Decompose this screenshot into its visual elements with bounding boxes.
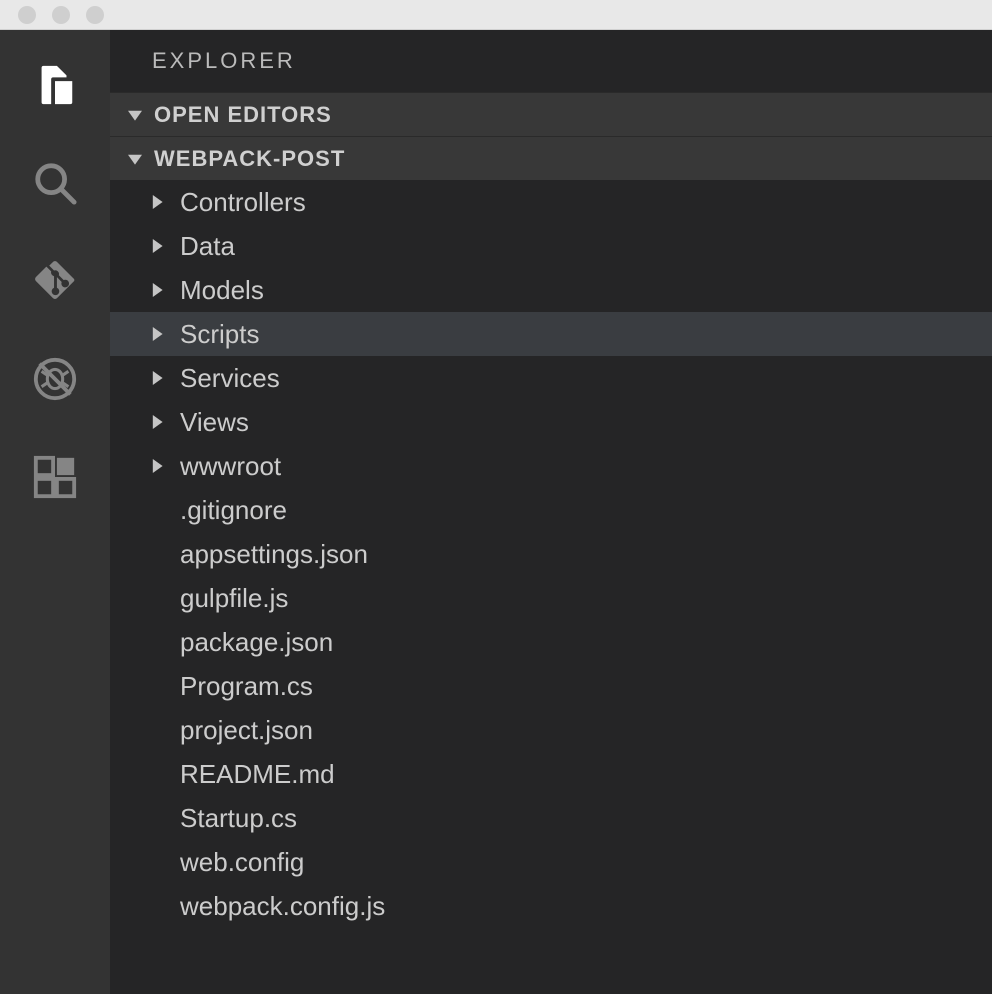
file-tree: Controllers Data Models Scripts Services View… <box>110 180 992 928</box>
tree-item-label: web.config <box>180 847 304 878</box>
tree-item-label: wwwroot <box>180 451 281 482</box>
window-titlebar <box>0 0 992 30</box>
tree-file[interactable]: webpack.config.js <box>110 884 992 928</box>
activity-explorer[interactable] <box>32 64 78 110</box>
tree-item-label: webpack.config.js <box>180 891 385 922</box>
tree-folder[interactable]: Views <box>110 400 992 444</box>
files-icon <box>32 62 78 113</box>
tree-file[interactable]: .gitignore <box>110 488 992 532</box>
tree-item-label: package.json <box>180 627 333 658</box>
tree-item-label: Models <box>180 275 264 306</box>
tree-item-label: Data <box>180 231 235 262</box>
tree-item-label: Startup.cs <box>180 803 297 834</box>
tree-file[interactable]: web.config <box>110 840 992 884</box>
chevron-right-icon <box>150 283 164 297</box>
tree-item-label: Services <box>180 363 280 394</box>
tree-file[interactable]: README.md <box>110 752 992 796</box>
debug-icon <box>32 356 78 407</box>
git-icon <box>32 258 78 309</box>
chevron-right-icon <box>150 195 164 209</box>
search-icon <box>32 160 78 211</box>
explorer-sidebar: EXPLORER OPEN EDITORS WEBPACK-POST Contr… <box>110 30 992 994</box>
tree-item-label: README.md <box>180 759 335 790</box>
tree-item-label: Views <box>180 407 249 438</box>
tree-file[interactable]: package.json <box>110 620 992 664</box>
sidebar-title: EXPLORER <box>110 30 992 92</box>
activity-extensions[interactable] <box>32 456 78 502</box>
tree-file[interactable]: project.json <box>110 708 992 752</box>
tree-item-label: gulpfile.js <box>180 583 288 614</box>
section-project[interactable]: WEBPACK-POST <box>110 136 992 180</box>
chevron-down-icon <box>128 146 142 172</box>
section-label: WEBPACK-POST <box>154 146 345 172</box>
chevron-right-icon <box>150 415 164 429</box>
tree-file[interactable]: gulpfile.js <box>110 576 992 620</box>
tree-item-label: .gitignore <box>180 495 287 526</box>
tree-file[interactable]: Program.cs <box>110 664 992 708</box>
chevron-right-icon <box>150 459 164 473</box>
section-open-editors[interactable]: OPEN EDITORS <box>110 92 992 136</box>
activity-search[interactable] <box>32 162 78 208</box>
activity-debug[interactable] <box>32 358 78 404</box>
zoom-traffic-icon[interactable] <box>86 6 104 24</box>
tree-file[interactable]: appsettings.json <box>110 532 992 576</box>
tree-folder[interactable]: Data <box>110 224 992 268</box>
section-label: OPEN EDITORS <box>154 102 332 128</box>
tree-folder[interactable]: Controllers <box>110 180 992 224</box>
chevron-right-icon <box>150 239 164 253</box>
tree-item-label: project.json <box>180 715 313 746</box>
activity-source-control[interactable] <box>32 260 78 306</box>
chevron-right-icon <box>150 327 164 341</box>
tree-folder[interactable]: Models <box>110 268 992 312</box>
tree-item-label: Program.cs <box>180 671 313 702</box>
chevron-down-icon <box>128 102 142 128</box>
tree-folder[interactable]: Services <box>110 356 992 400</box>
tree-folder[interactable]: Scripts <box>110 312 992 356</box>
extensions-icon <box>32 454 78 505</box>
tree-folder[interactable]: wwwroot <box>110 444 992 488</box>
tree-file[interactable]: Startup.cs <box>110 796 992 840</box>
close-traffic-icon[interactable] <box>18 6 36 24</box>
tree-item-label: appsettings.json <box>180 539 368 570</box>
activity-bar <box>0 30 110 994</box>
tree-item-label: Scripts <box>180 319 259 350</box>
main-layout: EXPLORER OPEN EDITORS WEBPACK-POST Contr… <box>0 30 992 994</box>
tree-item-label: Controllers <box>180 187 306 218</box>
chevron-right-icon <box>150 371 164 385</box>
minimize-traffic-icon[interactable] <box>52 6 70 24</box>
